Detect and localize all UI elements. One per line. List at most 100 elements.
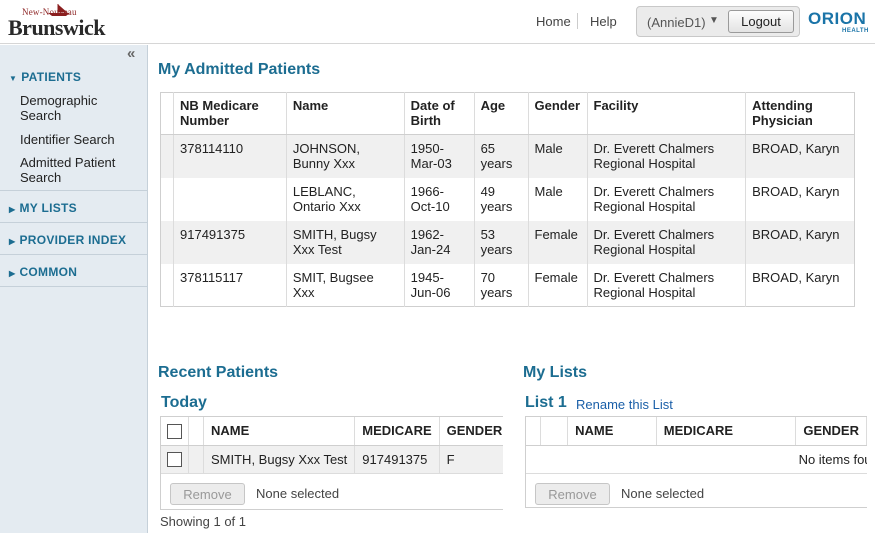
user-menu[interactable]: (AnnieD1) ▼ Logout xyxy=(636,6,800,37)
list-name-title: List 1 xyxy=(525,394,567,411)
medicare-cell: 917491375 xyxy=(173,220,287,264)
column-header[interactable]: Facility xyxy=(587,92,747,135)
row-marker xyxy=(160,220,174,264)
selection-status: None selected xyxy=(256,486,340,501)
gender-cell: Female xyxy=(528,220,588,264)
remove-button[interactable]: Remove xyxy=(170,483,245,505)
my-lists-title: My Lists xyxy=(523,364,588,381)
sidebar-section-label: MY LISTS xyxy=(19,201,77,215)
table-row[interactable]: 378115117 SMIT, Bugsee Xxx 1945-Jun-06 7… xyxy=(160,263,855,307)
sidebar-divider xyxy=(0,190,148,191)
physician-cell: BROAD, Karyn xyxy=(752,269,840,285)
rename-list-link[interactable]: Rename this List xyxy=(576,397,673,412)
name-cell: SMITH, Bugsy Xxx Test xyxy=(286,220,405,264)
name-cell: SMITH, Bugsy Xxx Test xyxy=(203,445,356,473)
column-header[interactable]: NAME xyxy=(567,417,657,446)
age-cell: 70 years xyxy=(474,263,529,307)
caret-down-icon[interactable]: ▼ xyxy=(709,15,719,26)
admitted-patients-table: NB Medicare Number Name Date of Birth Ag… xyxy=(160,92,855,307)
nav-divider xyxy=(577,13,578,29)
list-footer: Remove None selected xyxy=(526,473,867,507)
sidebar-section-label: PATIENTS xyxy=(21,70,82,84)
sidebar-divider xyxy=(0,222,148,223)
column-header[interactable]: NAME xyxy=(203,417,356,446)
sidebar-item-identifier-search[interactable]: Identifier Search xyxy=(20,132,140,147)
gender-cell: Male xyxy=(528,134,588,178)
remove-button[interactable]: Remove xyxy=(535,483,610,505)
sidebar-section-common[interactable]: ▶ COMMON xyxy=(9,265,77,279)
select-all-checkbox[interactable] xyxy=(167,423,182,439)
orion-logo: ORION xyxy=(808,9,867,28)
gender-cell: Male xyxy=(528,177,588,221)
caret-right-icon: ▶ xyxy=(9,237,16,246)
caret-right-icon: ▶ xyxy=(9,269,16,278)
physician-cell: BROAD, Karyn xyxy=(752,183,840,199)
facility-cell: Dr. Everett Chalmers Regional Hospital xyxy=(587,263,747,307)
showing-count: Showing 1 of 1 xyxy=(160,514,247,529)
table-row[interactable]: 378114110 JOHNSON, Bunny Xxx 1950-Mar-03… xyxy=(160,134,855,178)
caret-down-icon: ▼ xyxy=(9,74,18,83)
medicare-cell: 378114110 xyxy=(173,134,287,178)
row-marker xyxy=(160,177,174,221)
user-name[interactable]: (AnnieD1) xyxy=(647,15,706,30)
dob-cell: 1950-Mar-03 xyxy=(404,134,475,178)
column-header[interactable]: Age xyxy=(474,92,529,135)
recent-today-title: Today xyxy=(161,394,207,411)
recent-footer: Remove None selected xyxy=(161,473,503,509)
sidebar-divider xyxy=(0,254,148,255)
medicare-cell: 917491375 xyxy=(354,445,440,473)
column-header[interactable]: MEDICARE xyxy=(354,417,440,446)
gender-cell: Female xyxy=(528,263,588,307)
name-cell: LEBLANC, Ontario Xxx xyxy=(286,177,405,221)
home-link[interactable]: Home xyxy=(536,14,571,29)
selection-status: None selected xyxy=(621,486,705,501)
dob-cell: 1966-Oct-10 xyxy=(404,177,475,221)
table-row[interactable]: SMITH, Bugsy Xxx Test 917491375 F xyxy=(161,445,503,473)
table-header-row: NAME MEDICARE GENDER xyxy=(161,417,503,446)
sidebar-item-demographic-search[interactable]: Demographic Search xyxy=(20,93,140,123)
column-header[interactable]: NB Medicare Number xyxy=(173,92,287,135)
row-marker xyxy=(160,134,174,178)
sidebar-section-patients[interactable]: ▼ PATIENTS xyxy=(9,70,81,84)
nb-logo[interactable]: New-Nouveau Brunswick xyxy=(8,3,110,41)
logout-button[interactable]: Logout xyxy=(728,10,794,33)
my-list-table: NAME MEDICARE GENDER xyxy=(526,417,867,446)
column-header[interactable]: Name xyxy=(286,92,405,135)
table-row[interactable]: LEBLANC, Ontario Xxx 1966-Oct-10 49 year… xyxy=(160,177,855,221)
sidebar-section-label: PROVIDER INDEX xyxy=(19,233,127,247)
column-header[interactable]: Attending Physician xyxy=(745,92,855,135)
empty-list-message: No items found xyxy=(798,452,867,467)
medicare-cell xyxy=(173,177,287,221)
facility-cell: Dr. Everett Chalmers Regional Hospital xyxy=(587,220,747,264)
row-marker-header xyxy=(160,92,174,135)
my-lists-panel: NAME MEDICARE GENDER No items found Remo… xyxy=(525,416,867,508)
physician-cell: BROAD, Karyn xyxy=(745,134,855,178)
facility-cell: Dr. Everett Chalmers Regional Hospital xyxy=(587,134,747,178)
sidebar-section-provider-index[interactable]: ▶ PROVIDER INDEX xyxy=(9,233,126,247)
column-header[interactable]: MEDICARE xyxy=(656,417,797,446)
help-link[interactable]: Help xyxy=(590,14,617,29)
caret-right-icon: ▶ xyxy=(9,205,16,214)
row-marker xyxy=(188,445,204,473)
column-header[interactable]: Gender xyxy=(528,92,588,135)
physician-cell: BROAD, Karyn xyxy=(745,220,855,264)
recent-patients-title: Recent Patients xyxy=(158,364,279,381)
name-cell: SMIT, Bugsee Xxx xyxy=(286,263,405,307)
table-header-row: NAME MEDICARE GENDER xyxy=(526,417,867,446)
dob-cell: 1945-Jun-06 xyxy=(404,263,475,307)
age-cell: 49 years xyxy=(474,177,529,221)
table-row[interactable]: 917491375 SMITH, Bugsy Xxx Test 1962-Jan… xyxy=(160,220,855,264)
name-cell: JOHNSON, Bunny Xxx xyxy=(286,134,405,178)
column-header[interactable]: GENDER xyxy=(795,417,867,446)
age-cell: 53 years xyxy=(474,220,529,264)
row-marker-header xyxy=(526,417,541,446)
sidebar-section-my-lists[interactable]: ▶ MY LISTS xyxy=(9,201,77,215)
sidebar-item-admitted-patient-search[interactable]: Admitted Patient Search xyxy=(20,155,140,185)
row-checkbox[interactable] xyxy=(167,452,182,468)
column-header[interactable]: GENDER xyxy=(439,417,503,446)
admitted-patients-title: My Admitted Patients xyxy=(158,61,321,78)
facility-cell: Dr. Everett Chalmers Regional Hospital xyxy=(587,177,747,221)
sidebar-divider xyxy=(0,286,148,287)
collapse-sidebar-icon[interactable]: « xyxy=(127,45,135,62)
column-header[interactable]: Date of Birth xyxy=(404,92,475,135)
